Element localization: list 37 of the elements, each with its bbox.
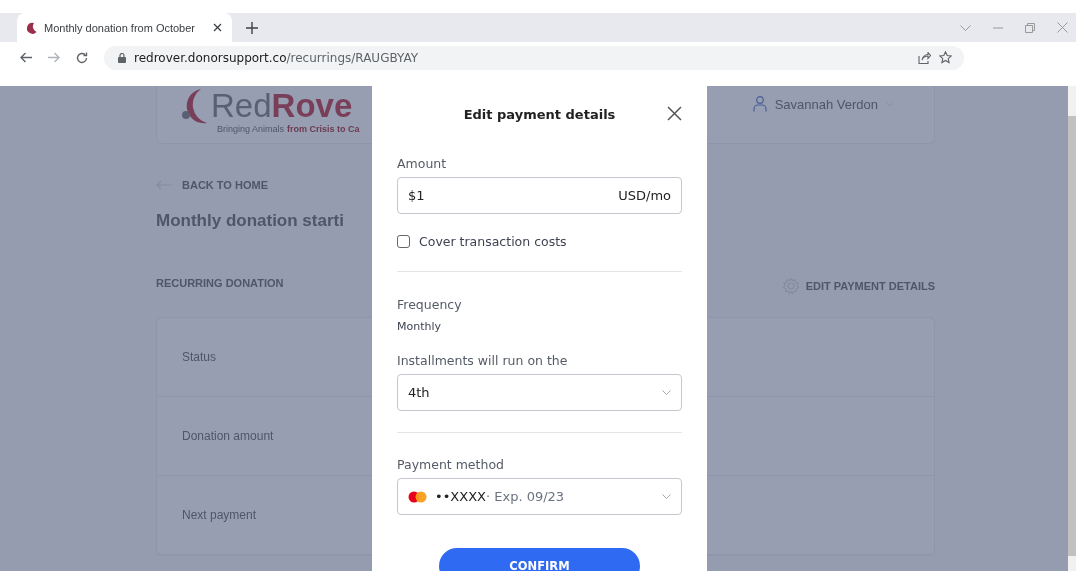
chevron-down-icon: [662, 494, 671, 499]
chevron-down-icon: [662, 390, 671, 395]
close-tab-icon[interactable]: [213, 23, 222, 32]
lock-icon: [118, 52, 126, 63]
row-label: Donation amount: [182, 429, 274, 443]
reload-icon[interactable]: [76, 51, 88, 64]
close-icon[interactable]: [667, 106, 682, 121]
user-icon: [752, 96, 767, 112]
row-label: Status: [182, 350, 217, 364]
star-icon[interactable]: [939, 51, 952, 64]
tab-title: Monthly donation from October: [44, 21, 197, 34]
scrollbar[interactable]: [1068, 86, 1076, 571]
field-label: Payment method: [397, 457, 505, 472]
section-label: RECURRING DONATION: [156, 277, 284, 291]
share-icon[interactable]: [918, 51, 931, 64]
field-label: Amount: [397, 156, 448, 171]
address-bar[interactable]: redrover.donorsupport.co/recurrings/RAUGBYAY: [104, 45, 964, 70]
card-brand-icon: [408, 490, 427, 503]
payment-method-select[interactable]: ••XXXX· Exp. 09/23: [397, 478, 682, 515]
field-label: Frequency: [397, 297, 463, 312]
frequency-value: Monthly: [397, 320, 443, 333]
browser-tab[interactable]: Monthly donation from October: [17, 13, 232, 42]
back-arrow-icon[interactable]: [20, 52, 32, 63]
logo: RedRove: [181, 88, 360, 124]
url-text: redrover.donorsupport.co/recurrings/RAUGBYAY: [134, 50, 419, 65]
new-tab-icon[interactable]: [246, 22, 258, 34]
amount-field[interactable]: $1 USD/mo: [397, 177, 682, 214]
row-label: Next payment: [182, 508, 257, 522]
page-heading: Monthly donation starti: [156, 211, 344, 231]
installment-day-select[interactable]: 4th: [397, 374, 682, 411]
crescent-logo-icon: [181, 88, 207, 124]
crescent-icon: [27, 21, 37, 34]
modal-title: Edit payment details: [463, 106, 616, 122]
confirm-button[interactable]: CONFIRM: [439, 548, 640, 571]
logo-tagline: Bringing Animals from Crisis to Ca: [217, 124, 360, 134]
cover-costs-checkbox[interactable]: Cover transaction costs: [397, 234, 682, 249]
field-label: Installments will run on the: [397, 353, 569, 368]
